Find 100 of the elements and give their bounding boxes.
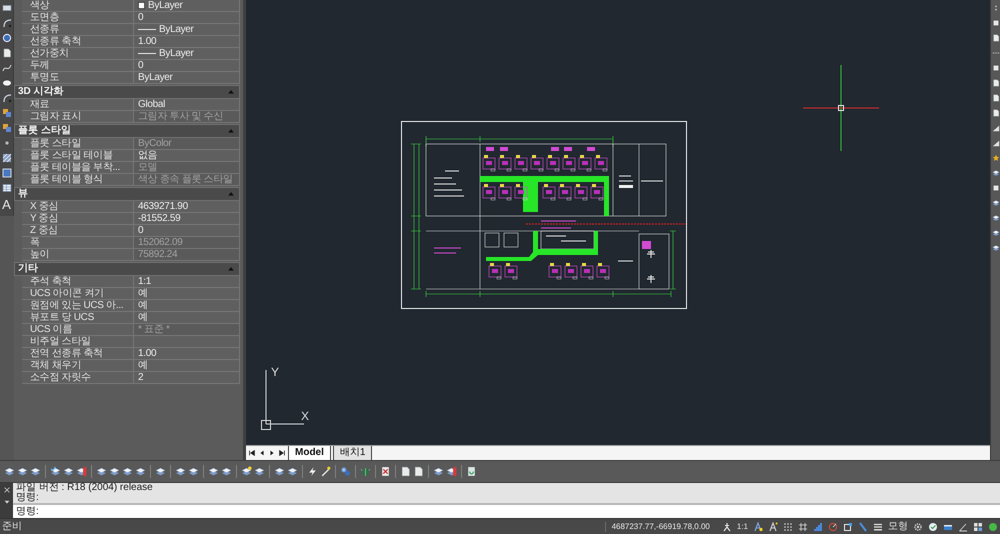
circle-icon[interactable] <box>2 33 12 43</box>
last-icon[interactable] <box>278 449 286 457</box>
square-icon[interactable] <box>992 184 1000 192</box>
sheet-stack-icon[interactable] <box>221 466 232 477</box>
sheet-stack-icon[interactable] <box>17 466 28 477</box>
property-row[interactable]: Y 중심 -81552.59 <box>22 213 240 225</box>
property-row[interactable]: 전역 선종류 축척 1.00 <box>22 348 240 360</box>
property-row[interactable]: 비주얼 스타일 <box>22 336 240 348</box>
rectangle-icon[interactable] <box>2 3 12 13</box>
curve-icon[interactable] <box>2 63 12 73</box>
layout-tab[interactable]: 배치1 <box>332 446 372 460</box>
arc-icon[interactable] <box>2 18 12 28</box>
grid-icon[interactable] <box>798 522 808 532</box>
sheet-stack-icon[interactable] <box>433 466 444 477</box>
sheet-stack-icon[interactable] <box>254 466 265 477</box>
section-header[interactable]: 기타 <box>14 262 240 276</box>
layout-tab[interactable]: Model <box>288 446 331 460</box>
sheet-stack-icon[interactable] <box>208 466 219 477</box>
model-space-button[interactable]: 모형 <box>888 520 908 532</box>
sheet-stack-icon[interactable] <box>992 229 1000 237</box>
document-icon[interactable] <box>2 48 12 58</box>
figure-icon[interactable] <box>722 522 732 532</box>
ellipse-icon[interactable] <box>2 78 12 88</box>
square-icon[interactable] <box>992 19 1000 27</box>
property-row[interactable]: 뷰포트 당 UCS 예 <box>22 312 240 324</box>
first-icon[interactable] <box>248 449 256 457</box>
property-row[interactable]: 도면층 0 <box>22 12 240 24</box>
next-icon[interactable] <box>268 449 276 457</box>
step-icon[interactable] <box>813 522 823 532</box>
square-icon[interactable] <box>992 64 1000 72</box>
previous-icon[interactable] <box>258 449 266 457</box>
sheet-stack-icon[interactable] <box>992 169 1000 177</box>
section-header[interactable]: 3D 시각화 <box>14 85 240 99</box>
property-row[interactable]: 주석 축척 1:1 <box>22 276 240 288</box>
section-header[interactable]: 뷰 <box>14 187 240 201</box>
hatch-icon[interactable] <box>2 153 12 163</box>
property-row[interactable]: 선종류 ByLayer <box>22 24 240 36</box>
sheet-stack-icon[interactable] <box>175 466 186 477</box>
property-row[interactable]: 원점에 있는 UCS 아... 예 <box>22 300 240 312</box>
property-row[interactable]: 두께 0 <box>22 60 240 72</box>
bolt-icon[interactable] <box>307 466 318 477</box>
cross-document-icon[interactable] <box>380 466 391 477</box>
slash-icon[interactable] <box>858 522 868 532</box>
sheet-stack-icon[interactable] <box>992 214 1000 222</box>
sheet-stack-icon[interactable] <box>96 466 107 477</box>
polar-icon[interactable] <box>828 522 838 532</box>
sheet-check-icon[interactable] <box>50 466 61 477</box>
property-row[interactable]: 재료 Global <box>22 99 240 111</box>
text-tool-button[interactable]: A <box>2 198 11 212</box>
beetle-icon[interactable] <box>360 466 371 477</box>
drawing-canvas[interactable]: Y X <box>246 0 990 445</box>
caret-icon[interactable] <box>2 498 10 506</box>
close-icon[interactable] <box>2 486 10 494</box>
sheet-stack-icon[interactable] <box>155 466 166 477</box>
document-icon[interactable] <box>413 466 424 477</box>
check-circle-icon[interactable] <box>928 522 938 532</box>
letter-a-icon[interactable] <box>753 522 763 532</box>
sheet-stack-icon[interactable] <box>122 466 133 477</box>
property-row[interactable]: 객체 채우기 예 <box>22 360 240 372</box>
command-input[interactable]: 명령: <box>13 505 1000 518</box>
property-row[interactable]: 소수점 자릿수 2 <box>22 372 240 384</box>
document-icon[interactable] <box>992 34 1000 42</box>
circles-icon[interactable] <box>340 466 351 477</box>
sheet-stack-icon[interactable] <box>274 466 285 477</box>
sheet-stack-icon[interactable] <box>992 199 1000 207</box>
sheet-flag-icon[interactable] <box>446 466 457 477</box>
region-icon[interactable] <box>2 168 12 178</box>
annotation-scale-button[interactable]: 1:1 <box>736 520 748 532</box>
sheet-stack-icon[interactable] <box>109 466 120 477</box>
sheet-stack-icon[interactable] <box>135 466 146 477</box>
section-header[interactable]: 플롯 스타일 <box>14 124 240 138</box>
property-row[interactable]: Z 중심 0 <box>22 225 240 237</box>
circle-icon[interactable] <box>988 522 998 532</box>
settings-icon[interactable] <box>913 522 923 532</box>
sheet-stack-icon[interactable] <box>63 466 74 477</box>
property-row[interactable]: 투명도 ByLayer <box>22 72 240 84</box>
sheet-stack-icon[interactable] <box>188 466 199 477</box>
sheet-stack-icon[interactable] <box>287 466 298 477</box>
property-row[interactable]: 선가중치 ByLayer <box>22 48 240 60</box>
dot-grid-icon[interactable] <box>783 522 793 532</box>
sheet-stack-icon[interactable] <box>30 466 41 477</box>
arc-icon[interactable] <box>2 93 12 103</box>
sheet-stack-icon[interactable] <box>992 244 1000 252</box>
property-row[interactable]: 선종류 축척 1.00 <box>22 36 240 48</box>
letter-a-icon[interactable] <box>768 522 778 532</box>
property-row[interactable]: X 중심 4639271.90 <box>22 201 240 213</box>
property-row[interactable]: UCS 아이콘 켜기 예 <box>22 288 240 300</box>
tiles-icon[interactable] <box>973 522 983 532</box>
wand-icon[interactable] <box>320 466 331 477</box>
property-row[interactable]: 플롯 스타일 테이블 없음 <box>22 150 240 162</box>
lineweight-icon[interactable] <box>873 522 883 532</box>
property-row[interactable]: 색상 ByLayer <box>22 0 240 12</box>
table-icon[interactable] <box>2 183 12 193</box>
snap-square-icon[interactable] <box>843 522 853 532</box>
angle-icon[interactable] <box>958 522 968 532</box>
sheet-stack-icon[interactable] <box>4 466 15 477</box>
document-icon[interactable] <box>400 466 411 477</box>
star-icon[interactable] <box>992 154 1000 162</box>
sheet-dot-icon[interactable] <box>241 466 252 477</box>
document-arc-icon[interactable] <box>466 466 477 477</box>
